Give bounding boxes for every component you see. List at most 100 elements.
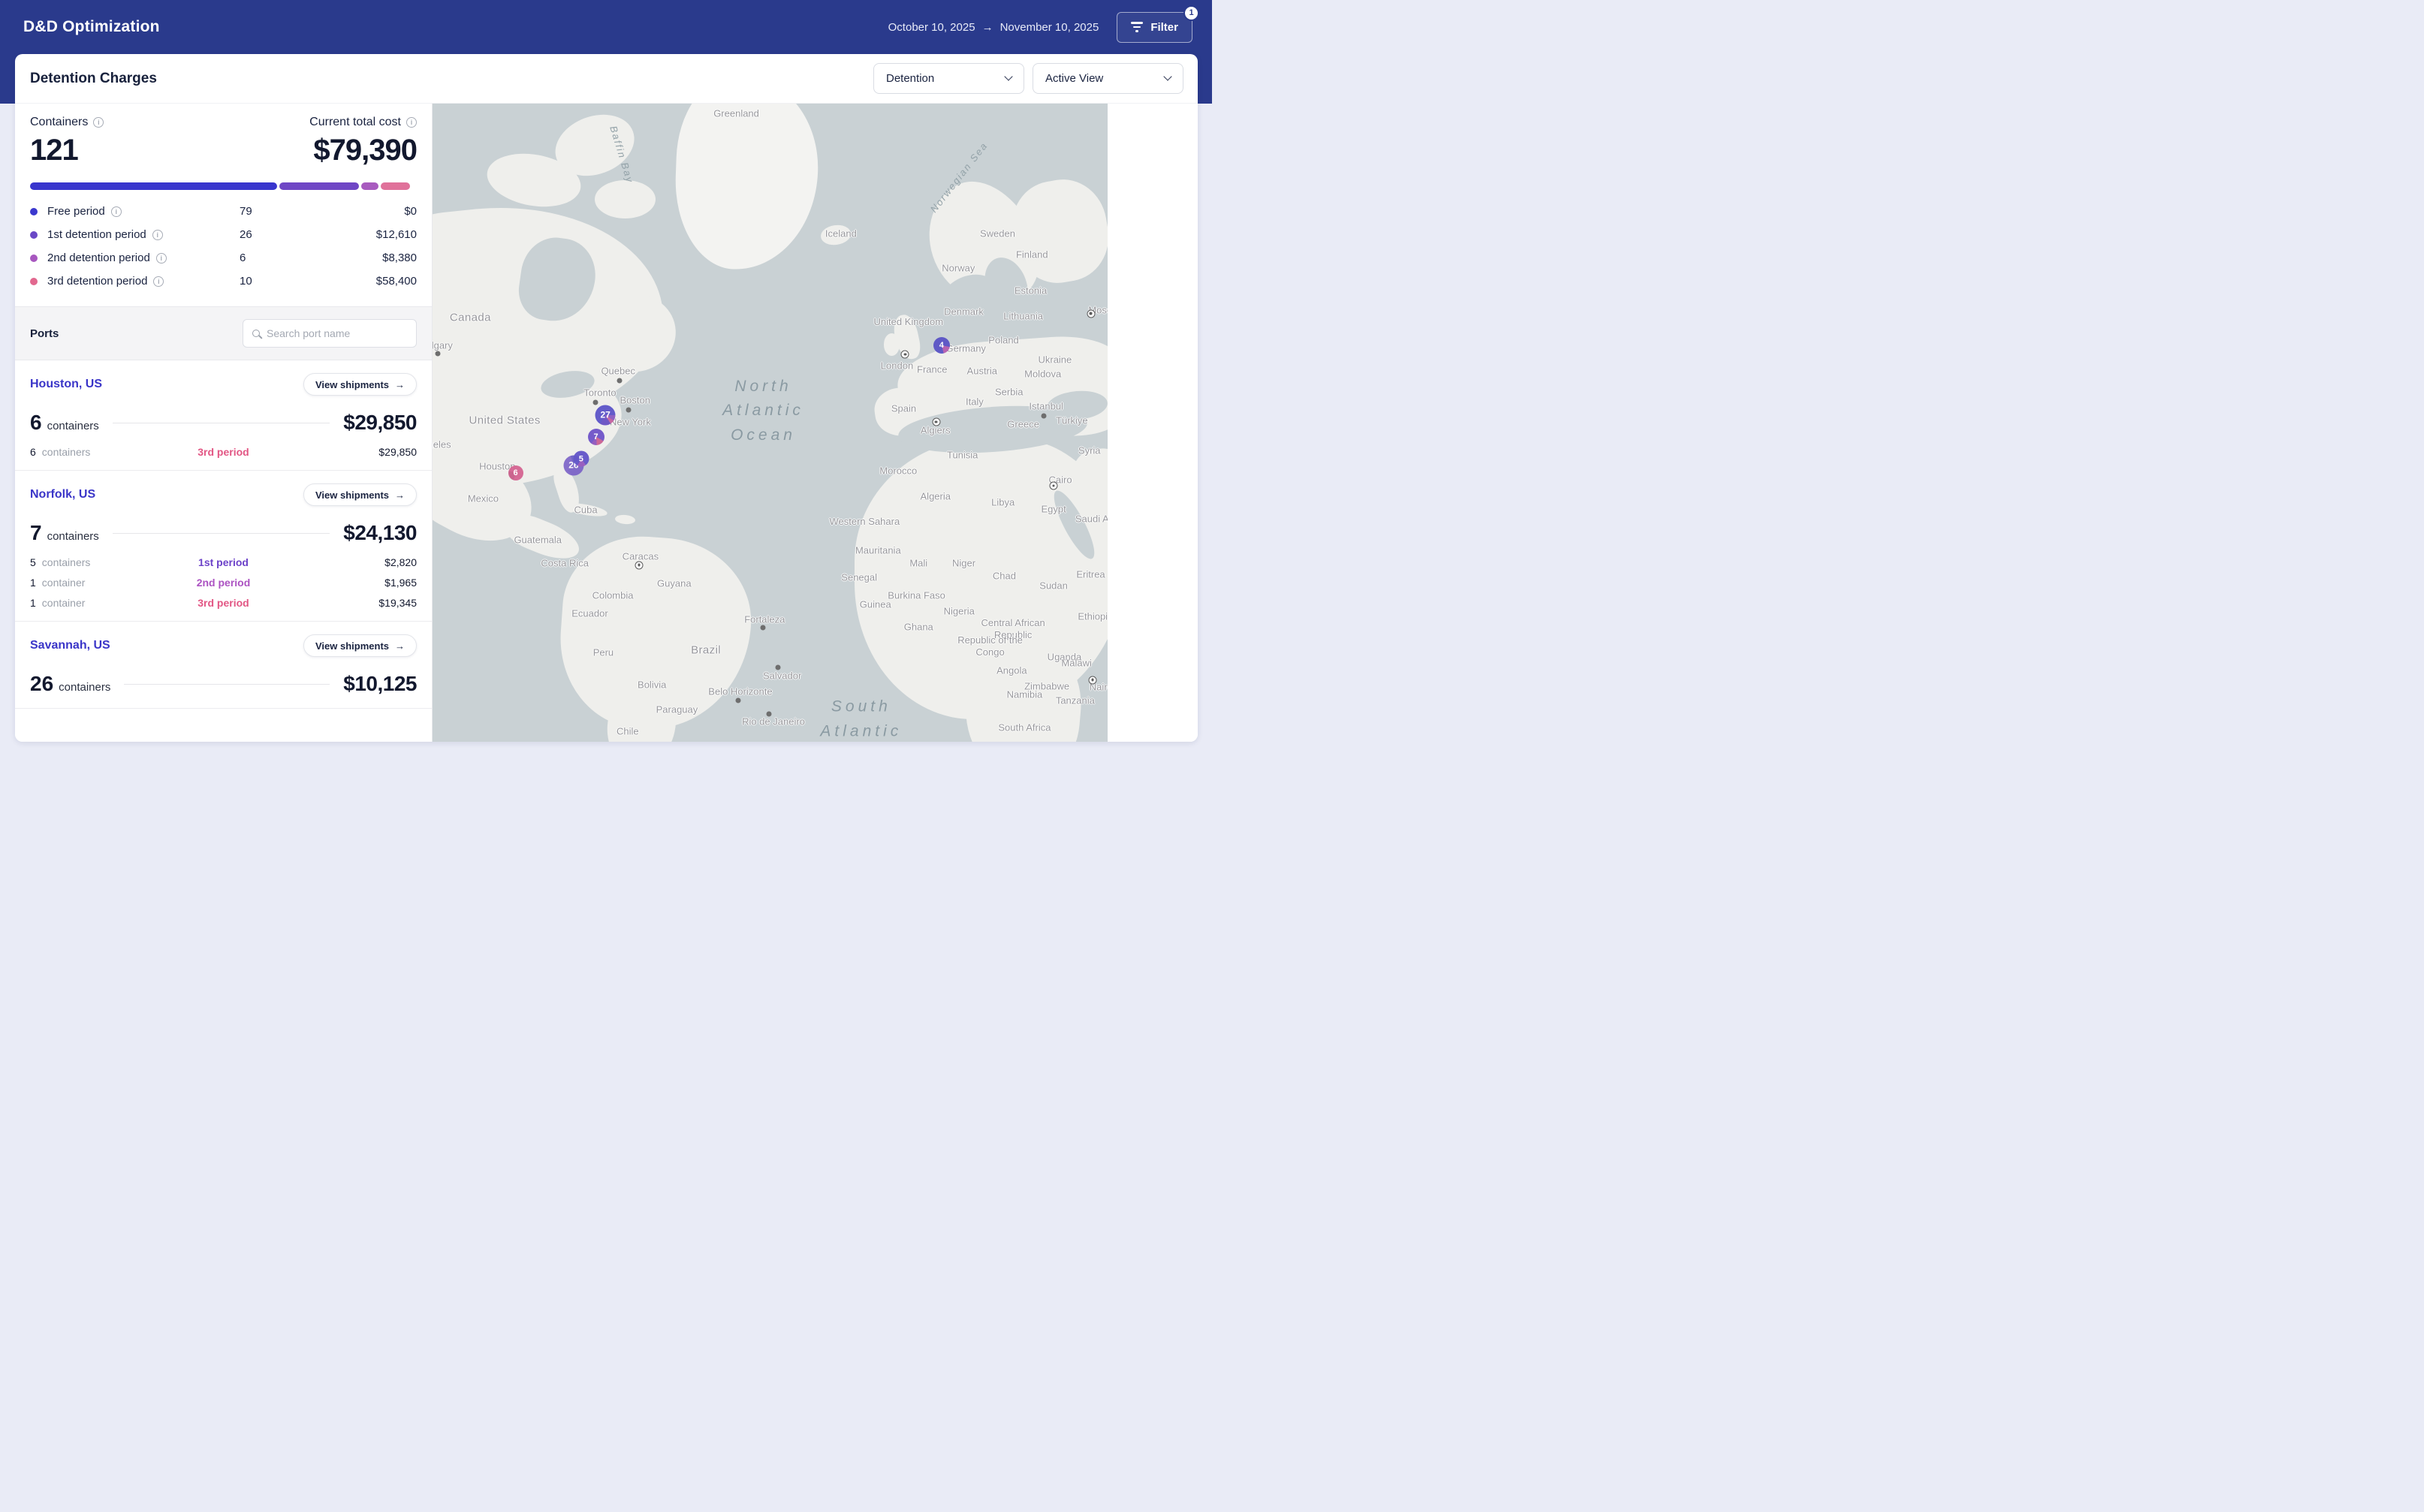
period-name: 3rd period [159, 446, 288, 458]
map-label-colombia: Colombia [592, 589, 634, 601]
legend-info-icon[interactable]: i [152, 230, 163, 240]
legend-cost: $58,400 [324, 275, 417, 288]
bar-segment-1 [30, 182, 277, 190]
map-label-united-kingdom: United Kingdom [870, 316, 948, 328]
landmass [884, 333, 900, 356]
port-period-rows: 6containers3rd period$29,850 [30, 446, 417, 458]
map-cluster-marker-27[interactable]: 27 [595, 405, 616, 425]
period-cost: $1,965 [288, 577, 417, 589]
chevron-down-icon [1004, 72, 1012, 80]
container-count-unit: containers [47, 530, 99, 543]
map-city-label-caracas: Caracas [623, 550, 659, 562]
port-total-cost: $24,130 [343, 521, 417, 545]
map-city-label-toronto: Toronto [583, 387, 616, 399]
map-cluster-marker-6[interactable]: 6 [508, 465, 523, 480]
port-search [243, 319, 417, 348]
legend-info-icon[interactable]: i [153, 276, 164, 287]
map-label-greece: Greece [1007, 418, 1039, 429]
legend-label: 1st detention periodi [30, 228, 240, 241]
map-label-south-atlantic: South Atlantic [820, 695, 902, 742]
map-label-mexico: Mexico [468, 493, 499, 505]
header-right: October 10, 2025 → November 10, 2025 Fil… [888, 12, 1192, 43]
period-row: 5containers1st period$2,820 [30, 556, 417, 568]
world-map[interactable]: GreenlandBaffin BayNorwegian SeaIcelandS… [433, 104, 1108, 742]
view-shipments-label: View shipments [315, 640, 389, 652]
map-city-label-quebec: Quebec [601, 366, 635, 377]
legend-dot-icon [30, 255, 38, 262]
view-shipments-button[interactable]: View shipments → [303, 634, 417, 657]
dropdown-active-view[interactable]: Active View [1033, 63, 1183, 94]
map-label-north-atlantic-ocean: North Atlantic Ocean [722, 375, 804, 448]
map-label-tunisia: Tunisia [947, 449, 978, 460]
map-city-label-calgary: Calgary [433, 340, 453, 351]
summary-stats: Containers i Current total cost i 121 $7… [15, 104, 432, 306]
map-label-bolivia: Bolivia [638, 679, 666, 690]
period-row: 1container2nd period$1,965 [30, 577, 417, 589]
map-cluster-marker-4[interactable]: 4 [933, 337, 950, 354]
legend-info-icon[interactable]: i [156, 253, 167, 264]
port-container-count: 26containers [30, 672, 110, 696]
containers-info-icon[interactable]: i [93, 117, 104, 128]
legend-cost: $0 [324, 205, 417, 218]
map-label-guyana: Guyana [657, 578, 692, 589]
cost-info-icon[interactable]: i [406, 117, 417, 128]
period-count-unit: containers [42, 446, 91, 458]
map-label-peru: Peru [593, 647, 614, 658]
map-label-egypt: Egypt [1041, 503, 1066, 514]
city-dot [776, 664, 781, 670]
bar-segment-3 [361, 182, 378, 190]
map-label-guinea: Guinea [860, 599, 891, 610]
map-label-ethiopia: Ethiopia [1078, 610, 1108, 622]
period-name: 3rd period [159, 597, 288, 609]
filter-count-badge: 1 [1183, 5, 1199, 21]
city-dot [592, 399, 598, 405]
map-label-angola: Angola [996, 664, 1027, 676]
period-count-unit: container [42, 577, 86, 589]
arrow-right-icon: → [395, 640, 405, 652]
legend-count: 10 [240, 275, 324, 288]
map-cluster-marker-5[interactable]: 5 [573, 451, 589, 467]
map-label-eritrea: Eritrea [1076, 569, 1105, 580]
date-range-end: November 10, 2025 [1000, 21, 1099, 34]
app-title: D&D Optimization [23, 18, 160, 36]
map-label-south-africa: South Africa [998, 722, 1051, 733]
map-label-libya: Libya [991, 497, 1015, 508]
map-label-guatemala: Guatemala [514, 534, 562, 545]
legend-period-name: 2nd detention period [47, 251, 150, 264]
map-label-canada: Canada [450, 311, 491, 324]
view-shipments-button[interactable]: View shipments→ [303, 373, 417, 396]
map-label-ukraine: Ukraine [1038, 354, 1072, 365]
view-shipments-button[interactable]: View shipments→ [303, 483, 417, 506]
city-dot [436, 351, 441, 357]
port-name-link[interactable]: Savannah, US [30, 639, 110, 652]
chevron-down-icon [1163, 72, 1171, 80]
map-city-label-los-angeles: Los Angeles [433, 438, 451, 450]
capital-city-dot [932, 418, 940, 426]
port-name-link[interactable]: Houston, US [30, 378, 102, 391]
map-label-western-sahara: Western Sahara [825, 516, 903, 528]
map-label-united-states: United States [469, 414, 541, 427]
port-search-input[interactable] [267, 327, 407, 339]
legend-info-icon[interactable]: i [111, 206, 122, 217]
dropdown-detention[interactable]: Detention [873, 63, 1024, 94]
landmass [614, 514, 635, 525]
period-row: 1container3rd period$19,345 [30, 597, 417, 609]
period-cost: $19,345 [288, 597, 417, 609]
map-cluster-marker-7[interactable]: 7 [588, 429, 604, 445]
map-city-label-salvador: Salvador [763, 670, 801, 681]
capital-city-dot [1050, 482, 1058, 490]
container-count-value: 7 [30, 521, 42, 545]
map-label-brazil: Brazil [691, 644, 721, 657]
date-range-start: October 10, 2025 [888, 21, 975, 34]
period-row: 6containers3rd period$29,850 [30, 446, 417, 458]
map-label-italy: Italy [966, 396, 984, 407]
map-label-tanzania: Tanzania [1056, 694, 1095, 706]
map-label-greenland: Greenland [713, 107, 759, 119]
port-name-link[interactable]: Norfolk, US [30, 488, 95, 501]
map-city-label-rio-de-janeiro: Rio de Janeiro [742, 715, 805, 727]
arrow-right-icon: → [395, 379, 405, 390]
map-label-denmark: Denmark [944, 306, 984, 318]
map-label-spain: Spain [891, 403, 916, 414]
filter-button[interactable]: Filter 1 [1117, 12, 1192, 43]
date-range[interactable]: October 10, 2025 → November 10, 2025 [888, 21, 1099, 34]
